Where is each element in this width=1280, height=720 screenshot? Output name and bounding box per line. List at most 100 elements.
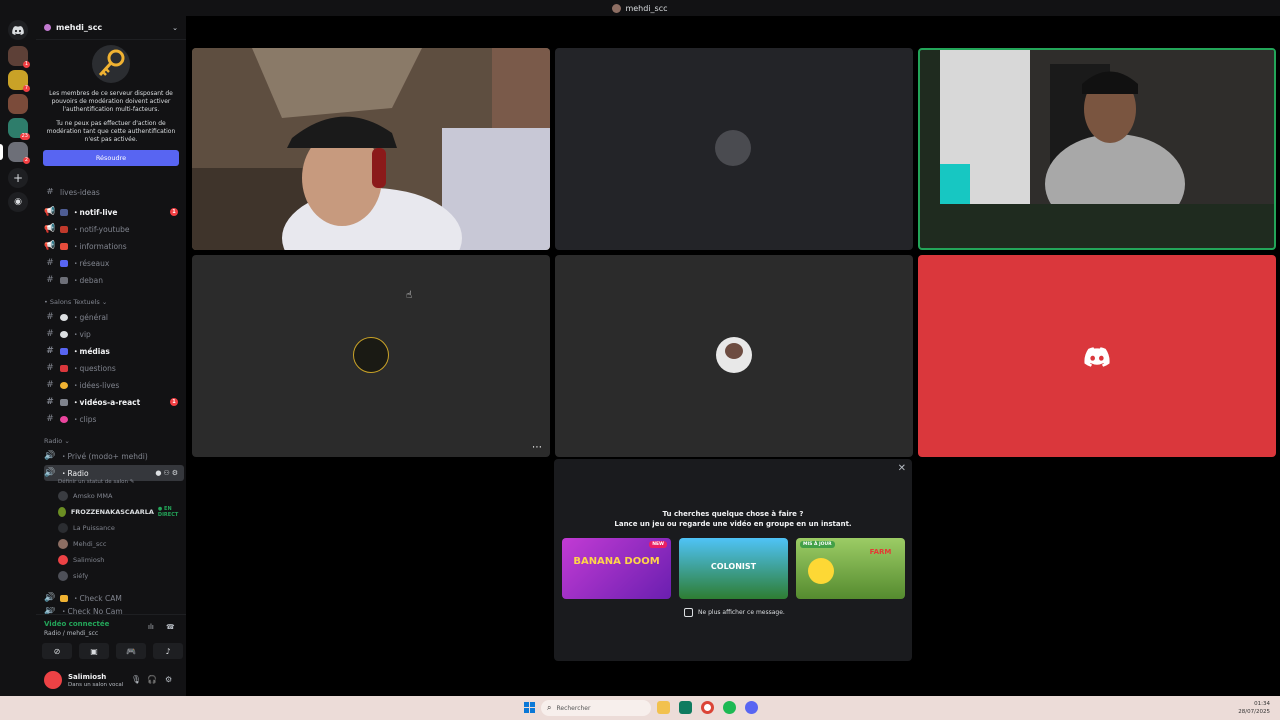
voice-status[interactable]: Vidéo connectée bbox=[44, 620, 109, 628]
video-tile-webcam-2[interactable] bbox=[918, 48, 1276, 250]
user-name[interactable]: Salimiosh bbox=[68, 673, 106, 681]
clock[interactable]: 01:34 28/07/2025 bbox=[1238, 700, 1270, 716]
activity-card-banana-doom[interactable]: BANANA DOOM NEW bbox=[562, 538, 671, 599]
speaker-icon: 🔊 bbox=[44, 451, 56, 461]
avatar bbox=[58, 507, 66, 517]
add-server-icon[interactable]: + bbox=[8, 168, 28, 188]
spotify-icon[interactable] bbox=[723, 701, 736, 714]
activity-title: Tu cherches quelque chose à faire ? bbox=[662, 510, 804, 518]
voice-user[interactable]: Salimiosh bbox=[58, 553, 186, 567]
voice-user[interactable]: siéfy bbox=[58, 569, 186, 583]
windows-start-icon[interactable] bbox=[524, 702, 535, 713]
server-boost-icon bbox=[44, 24, 51, 31]
voice-user[interactable]: Amsko MMA bbox=[58, 489, 186, 503]
avatar bbox=[58, 571, 68, 581]
megaphone-icon: 📢 bbox=[44, 241, 56, 251]
video-tile-mehdi[interactable] bbox=[555, 255, 913, 457]
close-icon[interactable]: ✕ bbox=[898, 463, 906, 474]
channel-deban[interactable]: # ・deban bbox=[44, 272, 184, 288]
voice-user[interactable]: Mehdi_scc bbox=[58, 537, 186, 551]
server-icon-1[interactable]: 1 bbox=[8, 46, 30, 68]
file-explorer-icon[interactable] bbox=[657, 701, 670, 714]
disconnect-icon[interactable]: ☎ bbox=[166, 623, 175, 631]
gear-icon[interactable]: ⚙ bbox=[165, 675, 172, 684]
chrome-icon[interactable] bbox=[701, 701, 714, 714]
channel-informations[interactable]: 📢 ・informations bbox=[44, 238, 184, 254]
channel-general[interactable]: # ・général bbox=[44, 309, 184, 325]
channel-emoji-icon bbox=[60, 242, 68, 250]
server-rail: 1 7 23 2 + ◉ bbox=[0, 16, 36, 696]
channel-notif-live[interactable]: 📢 ・notif-live 1 bbox=[44, 204, 184, 220]
discord-taskbar-icon[interactable] bbox=[745, 701, 758, 714]
soundboard-button[interactable]: ♪ bbox=[153, 643, 183, 659]
hash-icon: # bbox=[46, 380, 54, 390]
server-icon-2[interactable]: 7 bbox=[8, 70, 30, 92]
voice-channel-prive[interactable]: 🔊 ・Privé (modo+ mehdi) bbox=[44, 448, 184, 464]
voice-user[interactable]: FROZZENAKASCAARLA ● EN DIRECT bbox=[58, 505, 186, 519]
channel-medias[interactable]: # ・médias bbox=[44, 343, 184, 359]
video-tile-salimiosh[interactable] bbox=[918, 255, 1276, 457]
taskbar-search[interactable]: ⌕ Rechercher bbox=[541, 700, 651, 716]
speaker-icon: 🔊 bbox=[44, 468, 56, 478]
avatar[interactable] bbox=[44, 671, 62, 689]
windows-taskbar: ⌕ Rechercher 01:34 28/07/2025 bbox=[0, 696, 1280, 720]
channel-emoji-icon bbox=[60, 259, 68, 267]
avatar bbox=[58, 555, 68, 565]
channel-idees-lives[interactable]: # ・idées-lives bbox=[44, 377, 184, 393]
category-radio[interactable]: Radio ⌄ bbox=[44, 437, 70, 445]
channel-sidebar: mehdi_scc ⌄ Les membres de ce serveur di… bbox=[36, 16, 186, 696]
channel-videos-a-react[interactable]: # ・vidéos-a-react 1 bbox=[44, 394, 184, 410]
activity-button[interactable]: 🎮 bbox=[116, 643, 146, 659]
server-icon-3[interactable] bbox=[8, 94, 28, 114]
channel-label: ・Check CAM bbox=[72, 593, 122, 603]
video-tile-user-2[interactable] bbox=[555, 48, 913, 250]
voice-user[interactable]: La Puissance bbox=[58, 521, 186, 535]
activity-card-colonist[interactable]: COLONIST bbox=[679, 538, 788, 599]
voice-user-name: Salimiosh bbox=[73, 556, 105, 564]
channel-label: ・clips bbox=[72, 414, 97, 424]
channel-status-hint[interactable]: Définir un statut de salon ✎ bbox=[58, 479, 134, 485]
voice-connection-panel: Vidéo connectée Radio / mehdi_scc ılı ☎ … bbox=[36, 614, 186, 666]
server-header[interactable]: mehdi_scc ⌄ bbox=[36, 16, 186, 40]
channel-label: lives-ideas bbox=[60, 188, 100, 196]
channel-notif-youtube[interactable]: 📢 ・notif-youtube bbox=[44, 221, 184, 237]
video-tile-la-puissance[interactable]: ⋯ bbox=[192, 255, 550, 457]
microphone-icon[interactable]: 🎙 bbox=[131, 675, 141, 684]
key-icon bbox=[91, 44, 131, 84]
channel-action-icons[interactable]: ●⚇⚙ bbox=[155, 469, 180, 477]
category-salons-textuels[interactable]: • Salons Textuels ⌄ bbox=[44, 298, 107, 306]
channel-lives-ideas[interactable]: # lives-ideas bbox=[44, 188, 184, 196]
channel-questions[interactable]: # ・questions bbox=[44, 360, 184, 376]
discord-home-icon[interactable] bbox=[8, 20, 28, 40]
headphones-icon[interactable]: 🎧 bbox=[147, 675, 157, 684]
resolve-button[interactable]: Résoudre bbox=[43, 150, 179, 166]
activity-subtitle: Lance un jeu ou regarde une vidéo en gro… bbox=[614, 520, 852, 528]
channel-label: ・notif-live bbox=[72, 207, 118, 217]
screen-share-button[interactable]: ▣ bbox=[79, 643, 109, 659]
dont-show-checkbox[interactable] bbox=[684, 608, 693, 617]
noise-suppression-icon[interactable]: ılı bbox=[148, 623, 154, 631]
hash-icon: # bbox=[46, 363, 54, 373]
video-tile-webcam-1[interactable] bbox=[192, 48, 550, 250]
user-panel: Salimiosh Dans un salon vocal 🎙 🎧 ⚙ bbox=[36, 666, 186, 696]
camera-button[interactable]: ⊘ bbox=[42, 643, 72, 659]
user-status: Dans un salon vocal bbox=[68, 682, 124, 688]
activity-card-farm[interactable]: FARM MIS À JOUR bbox=[796, 538, 905, 599]
new-badge: NEW bbox=[649, 541, 667, 548]
channel-emoji-icon bbox=[60, 276, 68, 284]
search-icon: ⌕ bbox=[547, 703, 552, 712]
channel-reseaux[interactable]: # ・réseaux bbox=[44, 255, 184, 271]
voice-user-name: La Puissance bbox=[73, 524, 115, 532]
channel-vip[interactable]: # ・vip bbox=[44, 326, 184, 342]
server-icon-active[interactable]: 2 bbox=[8, 142, 30, 164]
voice-location[interactable]: Radio / mehdi_scc bbox=[44, 630, 98, 637]
more-options-icon[interactable]: ⋯ bbox=[532, 442, 542, 453]
avatar bbox=[58, 539, 68, 549]
discover-icon[interactable]: ◉ bbox=[8, 192, 28, 212]
game-title: COLONIST bbox=[710, 562, 757, 571]
voice-channel-check-cam[interactable]: 🔊 ・Check CAM bbox=[44, 590, 184, 606]
server-icon-4[interactable]: 23 bbox=[8, 118, 30, 140]
app-icon[interactable] bbox=[679, 701, 692, 714]
channel-label: ・Radio bbox=[60, 468, 89, 478]
channel-clips[interactable]: # ・clips bbox=[44, 411, 184, 427]
